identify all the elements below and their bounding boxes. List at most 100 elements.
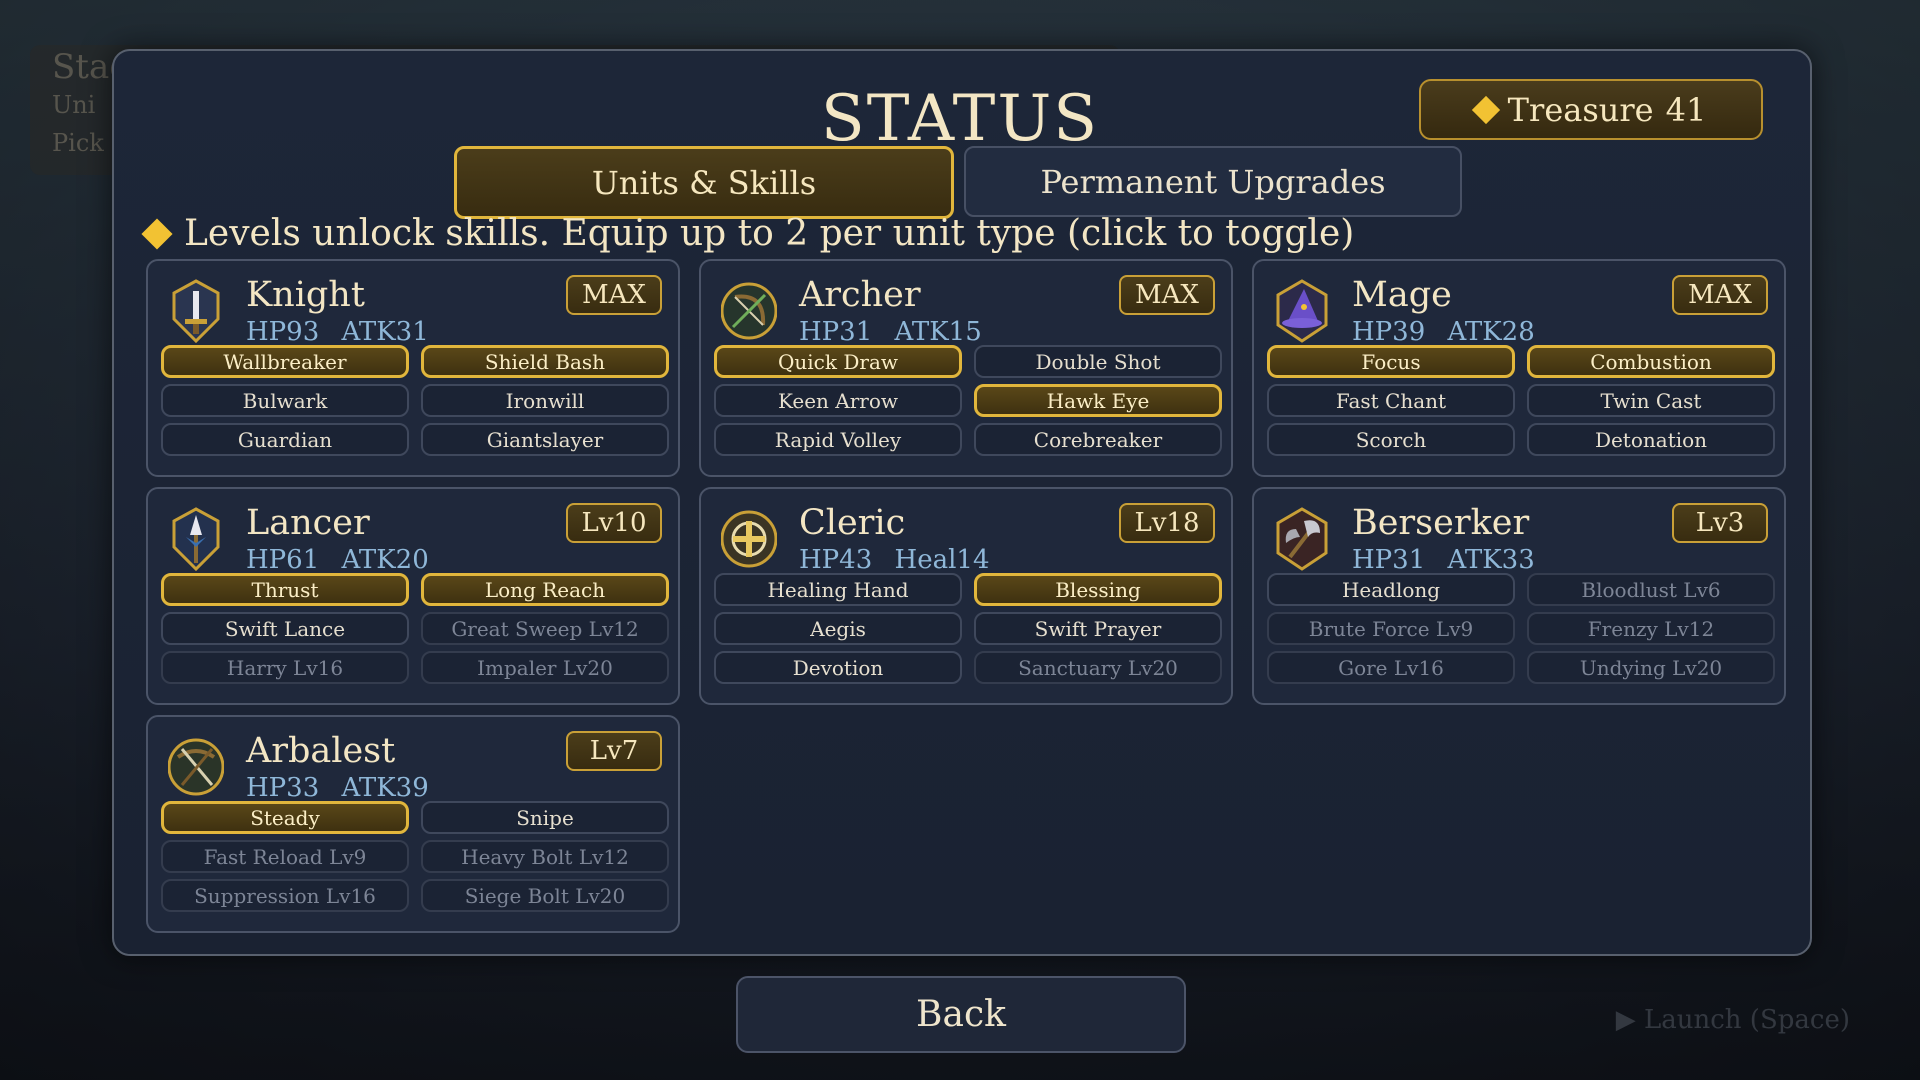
skill-button-devotion[interactable]: Devotion	[714, 651, 962, 684]
unit-stats: HP31 ATK15	[799, 317, 982, 347]
level-badge: Lv3	[1672, 503, 1768, 543]
skill-button-quick-draw[interactable]: Quick Draw	[714, 345, 962, 378]
level-badge: Lv10	[566, 503, 662, 543]
skill-button-blessing[interactable]: Blessing	[974, 573, 1222, 606]
skill-grid: Focus Combustion Fast Chant Twin Cast Scorch…	[1267, 345, 1775, 456]
skill-button-shield-bash[interactable]: Shield Bash	[421, 345, 669, 378]
unit-name: Knight	[246, 275, 365, 315]
skill-button-swift-prayer[interactable]: Swift Prayer	[974, 612, 1222, 645]
unit-name: Mage	[1352, 275, 1452, 315]
skill-button-scorch[interactable]: Scorch	[1267, 423, 1515, 456]
unit-name: Lancer	[246, 503, 370, 543]
skill-button-snipe[interactable]: Snipe	[421, 801, 669, 834]
unit-card-lancer: Lancer HP61 ATK20 Lv10 Thrust Long Reach Swif…	[146, 487, 680, 705]
unit-card-cleric: Cleric HP43 Heal14 Lv18 Healing Hand Blessin…	[699, 487, 1233, 705]
unit-stats: HP39 ATK28	[1352, 317, 1535, 347]
unit-stats: HP61 ATK20	[246, 545, 429, 575]
holy-cross-icon	[720, 507, 778, 571]
level-badge: MAX	[1119, 275, 1215, 315]
skill-button-twin-cast[interactable]: Twin Cast	[1527, 384, 1775, 417]
unit-card-archer: Archer HP31 ATK15 MAX Quick Draw Double Shot…	[699, 259, 1233, 477]
unit-card-mage: Mage HP39 ATK28 MAX Focus Combustion Fast Cha…	[1252, 259, 1786, 477]
skill-button-undying-lv20: Undying Lv20	[1527, 651, 1775, 684]
skill-button-detonation[interactable]: Detonation	[1527, 423, 1775, 456]
skill-button-giantslayer[interactable]: Giantslayer	[421, 423, 669, 456]
skill-button-suppression-lv16: Suppression Lv16	[161, 879, 409, 912]
skill-button-brute-force-lv9: Brute Force Lv9	[1267, 612, 1515, 645]
lance-icon	[168, 507, 224, 572]
skill-grid: Thrust Long Reach Swift Lance Great Sweep L…	[161, 573, 669, 684]
tab-permanent-upgrades[interactable]: Permanent Upgrades	[964, 146, 1462, 217]
sword-shield-icon	[168, 279, 224, 344]
skill-button-healing-hand[interactable]: Healing Hand	[714, 573, 962, 606]
level-badge: Lv7	[566, 731, 662, 771]
skill-button-aegis[interactable]: Aegis	[714, 612, 962, 645]
unit-hp: HP33	[246, 773, 320, 803]
unit-atk: ATK33	[1447, 545, 1535, 575]
skill-button-rapid-volley[interactable]: Rapid Volley	[714, 423, 962, 456]
unit-hp: HP39	[1352, 317, 1426, 347]
skill-button-keen-arrow[interactable]: Keen Arrow	[714, 384, 962, 417]
level-badge: MAX	[566, 275, 662, 315]
crossbow-icon	[167, 735, 225, 799]
skill-button-corebreaker[interactable]: Corebreaker	[974, 423, 1222, 456]
skill-button-great-sweep-lv12: Great Sweep Lv12	[421, 612, 669, 645]
skill-button-bulwark[interactable]: Bulwark	[161, 384, 409, 417]
unit-card-knight: Knight HP93 ATK31 MAX Wallbreaker Shield Bas…	[146, 259, 680, 477]
skill-button-heavy-bolt-lv12: Heavy Bolt Lv12	[421, 840, 669, 873]
skill-button-guardian[interactable]: Guardian	[161, 423, 409, 456]
unit-name: Cleric	[799, 503, 906, 543]
unit-hp: HP31	[799, 317, 873, 347]
unit-card-arbalest: Arbalest HP33 ATK39 Lv7 Steady Snipe Fast Rel…	[146, 715, 680, 933]
hint-diamond-icon	[141, 217, 173, 250]
skill-grid: Headlong Bloodlust Lv6 Brute Force Lv9 Fren…	[1267, 573, 1775, 684]
unit-hp: HP61	[246, 545, 320, 575]
skill-button-sanctuary-lv20: Sanctuary Lv20	[974, 651, 1222, 684]
unit-hp: HP93	[246, 317, 320, 347]
hint-text: Levels unlock skills. Equip up to 2 per …	[184, 213, 1355, 254]
unit-stats: HP33 ATK39	[246, 773, 429, 803]
skill-button-fast-reload-lv9: Fast Reload Lv9	[161, 840, 409, 873]
treasure-label: Treasure	[1507, 90, 1654, 129]
unit-atk: ATK31	[341, 317, 429, 347]
back-button[interactable]: Back	[736, 976, 1186, 1053]
unit-atk: ATK15	[894, 317, 982, 347]
unit-atk: ATK28	[1447, 317, 1535, 347]
skill-button-gore-lv16: Gore Lv16	[1267, 651, 1515, 684]
skill-button-hawk-eye[interactable]: Hawk Eye	[974, 384, 1222, 417]
skill-button-combustion[interactable]: Combustion	[1527, 345, 1775, 378]
skill-grid: Healing Hand Blessing Aegis Swift Prayer Dev…	[714, 573, 1222, 684]
skill-button-long-reach[interactable]: Long Reach	[421, 573, 669, 606]
unit-stats: HP43 Heal14	[799, 545, 990, 575]
skill-grid: Quick Draw Double Shot Keen Arrow Hawk Eye R…	[714, 345, 1222, 456]
unit-atk: ATK39	[341, 773, 429, 803]
skill-button-wallbreaker[interactable]: Wallbreaker	[161, 345, 409, 378]
skill-button-fast-chant[interactable]: Fast Chant	[1267, 384, 1515, 417]
skill-button-ironwill[interactable]: Ironwill	[421, 384, 669, 417]
unit-card-berserker: Berserker HP31 ATK33 Lv3 Headlong Bloodlust …	[1252, 487, 1786, 705]
skill-button-thrust[interactable]: Thrust	[161, 573, 409, 606]
skills-hint: Levels unlock skills. Equip up to 2 per …	[141, 213, 1355, 254]
skill-button-headlong[interactable]: Headlong	[1267, 573, 1515, 606]
skill-button-impaler-lv20: Impaler Lv20	[421, 651, 669, 684]
wizard-hat-icon	[1274, 279, 1330, 343]
level-badge: MAX	[1672, 275, 1768, 315]
treasure-diamond-icon	[1471, 95, 1500, 124]
skill-button-steady[interactable]: Steady	[161, 801, 409, 834]
skill-button-focus[interactable]: Focus	[1267, 345, 1515, 378]
unit-hp: HP43	[799, 545, 873, 575]
unit-stats: HP93 ATK31	[246, 317, 429, 347]
skill-button-double-shot[interactable]: Double Shot	[974, 345, 1222, 378]
unit-atk: ATK20	[341, 545, 429, 575]
tab-units-skills[interactable]: Units & Skills	[454, 146, 954, 219]
unit-hp: HP31	[1352, 545, 1426, 575]
bow-icon	[720, 279, 778, 343]
treasure-value: 41	[1665, 90, 1707, 129]
unit-name: Arbalest	[246, 731, 396, 771]
skill-button-bloodlust-lv6: Bloodlust Lv6	[1527, 573, 1775, 606]
skill-button-siege-bolt-lv20: Siege Bolt Lv20	[421, 879, 669, 912]
level-badge: Lv18	[1119, 503, 1215, 543]
skill-button-frenzy-lv12: Frenzy Lv12	[1527, 612, 1775, 645]
unit-name: Berserker	[1352, 503, 1530, 543]
skill-button-swift-lance[interactable]: Swift Lance	[161, 612, 409, 645]
